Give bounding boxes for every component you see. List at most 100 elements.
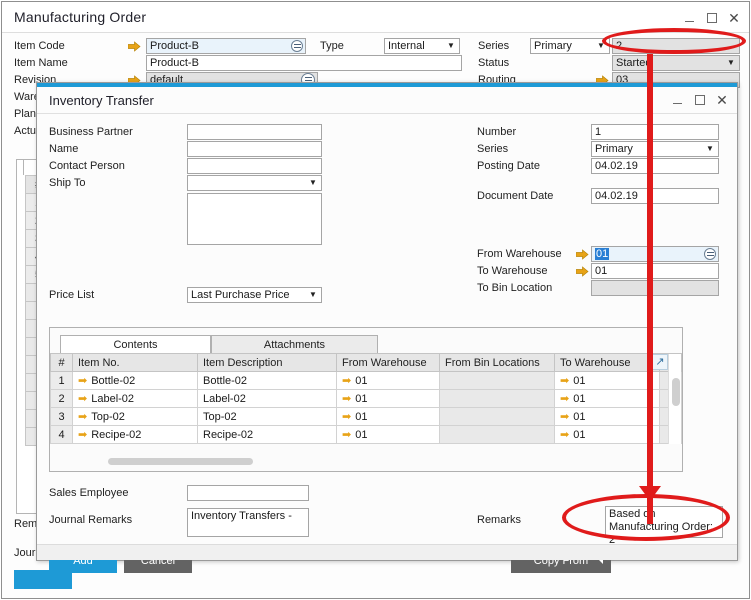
column-header[interactable]: From Bin Locations: [440, 354, 555, 372]
business-partner-label: Business Partner: [49, 126, 133, 138]
screenshot-root: Manufacturing Order ✕ Item Code Product-…: [0, 0, 751, 600]
table-cell[interactable]: [440, 426, 555, 444]
column-header[interactable]: From Warehouse: [337, 354, 440, 372]
row-link-arrow-icon: ➡: [560, 375, 569, 387]
dialog-title: Inventory Transfer: [49, 93, 154, 108]
tab-contents[interactable]: Contents: [60, 335, 211, 354]
dialog-series-chevron-down-icon[interactable]: ▼: [703, 143, 717, 155]
dialog-maximize-icon[interactable]: [691, 91, 709, 109]
table-cell[interactable]: ➡01: [555, 408, 660, 426]
table-cell[interactable]: ➡01: [555, 426, 660, 444]
table-cell[interactable]: Top-02: [198, 408, 337, 426]
minimize-icon[interactable]: [680, 9, 698, 27]
table-cell[interactable]: ➡01: [337, 426, 440, 444]
table-cell[interactable]: 1: [51, 372, 73, 390]
to-warehouse-value: 01: [595, 265, 607, 277]
table-cell[interactable]: ➡Top-02: [73, 408, 198, 426]
number-label: Number: [477, 126, 516, 138]
to-warehouse-arrow-icon: [576, 266, 589, 277]
remarks-value: Based on Manufacturing Order: 2: [609, 508, 713, 546]
type-chevron-down-icon[interactable]: ▼: [444, 40, 458, 52]
from-warehouse-lookup-icon[interactable]: [704, 248, 716, 260]
table-cell[interactable]: ➡01: [337, 408, 440, 426]
status-field[interactable]: Started ▼: [612, 55, 740, 71]
contents-vertical-scrollbar[interactable]: [668, 354, 681, 444]
column-header[interactable]: Item No.: [73, 354, 198, 372]
table-cell[interactable]: [440, 390, 555, 408]
item-code-field[interactable]: Product-B: [146, 38, 306, 54]
ship-to-field[interactable]: ▼: [187, 175, 322, 191]
table-cell[interactable]: 3: [51, 408, 73, 426]
table-cell[interactable]: Recipe-02: [198, 426, 337, 444]
row-link-arrow-icon: ➡: [560, 393, 569, 405]
posting-date-field[interactable]: 04.02.19: [591, 158, 719, 174]
row-link-arrow-icon: ➡: [78, 411, 87, 423]
number-value: 1: [595, 126, 601, 138]
column-header[interactable]: #: [51, 354, 73, 372]
table-cell[interactable]: [440, 408, 555, 426]
table-cell[interactable]: Label-02: [198, 390, 337, 408]
journal-remarks-box[interactable]: Inventory Transfers -: [187, 508, 309, 537]
table-row[interactable]: 2➡Label-02Label-02➡01➡01: [51, 390, 682, 408]
contact-person-field[interactable]: [187, 158, 322, 174]
sales-employee-label: Sales Employee: [49, 487, 129, 499]
item-code-lookup-icon[interactable]: [291, 40, 303, 52]
table-cell[interactable]: 2: [51, 390, 73, 408]
table-cell[interactable]: ➡01: [337, 372, 440, 390]
table-row[interactable]: 1➡Bottle-02Bottle-02➡01➡01: [51, 372, 682, 390]
ship-to-chevron-down-icon[interactable]: ▼: [306, 177, 320, 189]
column-header[interactable]: Item Description: [198, 354, 337, 372]
from-warehouse-value: 01: [595, 248, 609, 260]
name-field[interactable]: [187, 141, 322, 157]
series-field[interactable]: Primary ▼: [530, 38, 610, 54]
status-chevron-down-icon[interactable]: ▼: [724, 57, 738, 69]
dialog-series-field[interactable]: Primary ▼: [591, 141, 719, 157]
ship-to-address-box[interactable]: [187, 193, 322, 245]
table-row[interactable]: 3➡Top-02Top-02➡01➡01: [51, 408, 682, 426]
column-header[interactable]: To Warehouse: [555, 354, 660, 372]
table-cell[interactable]: ➡01: [555, 390, 660, 408]
tab-attachments[interactable]: Attachments: [211, 335, 378, 354]
table-cell[interactable]: [440, 372, 555, 390]
document-date-label: Document Date: [477, 190, 553, 202]
table-cell[interactable]: ➡Bottle-02: [73, 372, 198, 390]
to-bin-location-label: To Bin Location: [477, 282, 552, 294]
document-date-value: 04.02.19: [595, 190, 638, 202]
series-number-field[interactable]: 2: [612, 38, 740, 54]
from-warehouse-field[interactable]: 01: [591, 246, 719, 262]
table-row[interactable]: 4➡Recipe-02Recipe-02➡01➡01: [51, 426, 682, 444]
close-icon[interactable]: ✕: [725, 9, 743, 27]
remarks-box[interactable]: Based on Manufacturing Order: 2: [605, 506, 723, 538]
contents-tab-strip: Contents Attachments: [50, 335, 682, 354]
contents-vscroll-thumb[interactable]: [672, 378, 680, 406]
table-cell[interactable]: ➡Recipe-02: [73, 426, 198, 444]
contents-hscroll-thumb[interactable]: [108, 458, 253, 465]
table-cell[interactable]: Bottle-02: [198, 372, 337, 390]
price-list-field[interactable]: Last Purchase Price ▼: [187, 287, 322, 303]
row-link-arrow-icon: ➡: [560, 429, 569, 441]
tab-attachments-label: Attachments: [264, 339, 325, 351]
sales-employee-field[interactable]: [187, 485, 309, 501]
table-cell[interactable]: 4: [51, 426, 73, 444]
posting-date-value: 04.02.19: [595, 160, 638, 172]
price-list-chevron-down-icon[interactable]: ▼: [306, 289, 320, 301]
document-date-field[interactable]: 04.02.19: [591, 188, 719, 204]
dialog-series-label: Series: [477, 143, 508, 155]
dialog-minimize-icon[interactable]: [668, 91, 686, 109]
maximize-icon[interactable]: [703, 9, 721, 27]
table-cell[interactable]: ➡Label-02: [73, 390, 198, 408]
to-bin-location-field[interactable]: [591, 280, 719, 296]
dialog-close-icon[interactable]: ✕: [713, 91, 731, 109]
contents-horizontal-scrollbar[interactable]: [60, 458, 674, 465]
item-name-field[interactable]: Product-B: [146, 55, 462, 71]
table-cell[interactable]: ➡01: [555, 372, 660, 390]
business-partner-field[interactable]: [187, 124, 322, 140]
type-field[interactable]: Internal ▼: [384, 38, 460, 54]
series-chevron-down-icon[interactable]: ▼: [594, 40, 608, 52]
from-warehouse-label: From Warehouse: [477, 248, 562, 260]
number-field[interactable]: 1: [591, 124, 719, 140]
table-cell[interactable]: ➡01: [337, 390, 440, 408]
contents-panel: Contents Attachments #Item No.Item Descr…: [49, 327, 683, 472]
to-warehouse-field[interactable]: 01: [591, 263, 719, 279]
expand-grid-icon[interactable]: ↗: [652, 354, 668, 370]
